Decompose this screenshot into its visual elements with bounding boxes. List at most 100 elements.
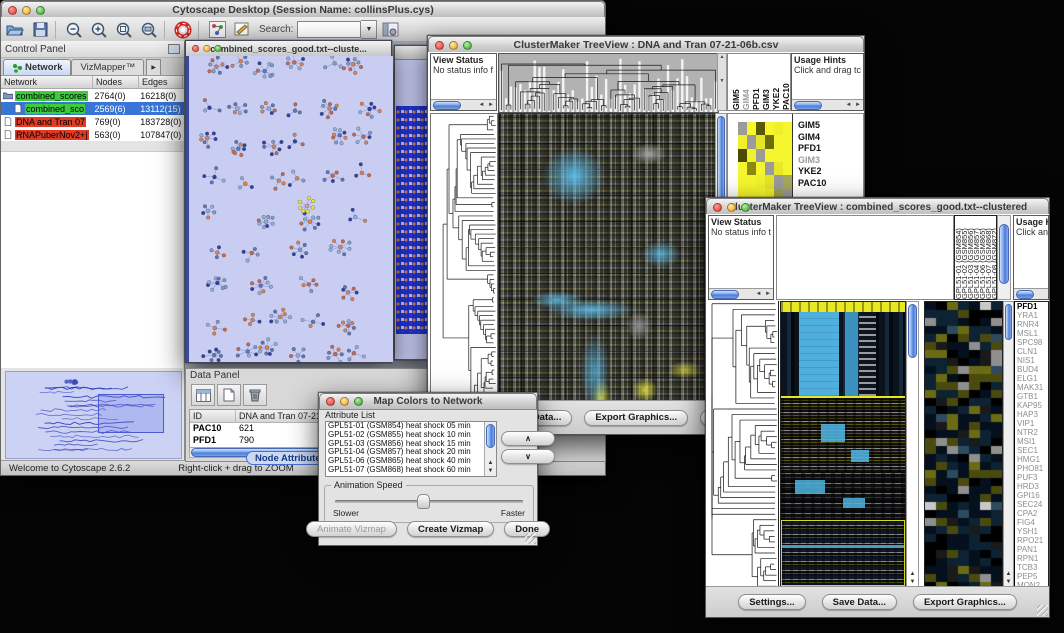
gene-label-msl1[interactable]: MSL1 — [1017, 329, 1048, 338]
attribute-list-scrollbar[interactable]: ▲▼ — [484, 422, 496, 476]
gene-label-pfd1[interactable]: PFD1 — [1017, 302, 1048, 311]
overview-viewport-rect[interactable] — [98, 394, 164, 433]
zoom-in-icon[interactable] — [88, 20, 110, 40]
attribute-list[interactable]: GPL51-01 (GSM854) heat shock 05 minGPL51… — [325, 421, 497, 477]
network-overview-panel[interactable] — [5, 371, 182, 459]
tv1-row-dendrogram[interactable] — [430, 113, 498, 405]
column-label-pfd1[interactable]: PFD1 — [751, 54, 761, 110]
zoom-window-icon[interactable] — [354, 397, 363, 406]
vizmap-editor-icon[interactable] — [231, 20, 253, 40]
animate-vizmap-button[interactable]: Animate Vizmap — [306, 521, 397, 537]
gene-label-mak31[interactable]: MAK31 — [1017, 383, 1048, 392]
export-graphics-button[interactable]: Export Graphics... — [584, 410, 688, 426]
zoom-out-icon[interactable] — [63, 20, 85, 40]
move-up-button[interactable]: ∧ — [501, 431, 555, 446]
network-view-frame[interactable]: combined_scores_good.txt--cluste... — [185, 40, 392, 363]
gene-label-yra1[interactable]: YRA1 — [1017, 311, 1048, 320]
search-input[interactable] — [297, 21, 361, 38]
gene-label-vip1[interactable]: VIP1 — [1017, 419, 1048, 428]
column-label-yke2[interactable]: YKE2 — [771, 54, 781, 110]
tv2-heatmap-scrollbar[interactable]: ▲▼ — [906, 301, 919, 589]
dialog-title-bar[interactable]: Map Colors to Network — [319, 393, 537, 410]
export-graphics-button[interactable]: Export Graphics... — [913, 594, 1017, 610]
tv2-collabel-scrollbar[interactable] — [997, 215, 1011, 300]
view-status-scrollbar[interactable]: ◄ ► — [431, 99, 496, 110]
close-icon[interactable] — [8, 6, 17, 15]
column-label-pac10[interactable]: PAC10 — [781, 54, 791, 110]
create-vizmap-button[interactable]: Create Vizmap — [407, 521, 494, 537]
new-attribute-icon[interactable] — [217, 384, 241, 406]
resize-grip[interactable] — [525, 533, 536, 544]
zoom-window-icon[interactable] — [36, 6, 45, 15]
gene-label-pep5[interactable]: PEP5 — [1017, 572, 1048, 581]
zoom-window-icon[interactable] — [214, 45, 221, 52]
frame2-title-bar[interactable] — [395, 46, 429, 60]
zoom-fit-icon[interactable] — [138, 20, 160, 40]
tv2-row-dendrogram[interactable] — [708, 301, 779, 589]
gene-label-hmg1[interactable]: HMG1 — [1017, 455, 1048, 464]
move-down-button[interactable]: ∨ — [501, 449, 555, 464]
minimize-icon[interactable] — [22, 6, 31, 15]
tv2-heatmap[interactable] — [780, 301, 906, 589]
background-network-frame[interactable] — [394, 45, 430, 360]
network-row-dna-and-tran-07[interactable]: DNA and Tran 07769(0)183728(0) — [1, 115, 184, 128]
gene-label-gtb1[interactable]: GTB1 — [1017, 392, 1048, 401]
save-data-button[interactable]: Save Data... — [822, 594, 897, 610]
column-label-gim3[interactable]: GIM3 — [761, 54, 771, 110]
gene-label-hrd3[interactable]: HRD3 — [1017, 482, 1048, 491]
gene-label-cln1[interactable]: CLN1 — [1017, 347, 1048, 356]
minimize-icon[interactable] — [449, 41, 458, 50]
gene-label-hap3[interactable]: HAP3 — [1017, 410, 1048, 419]
column-header-edges[interactable]: Edges — [139, 76, 183, 88]
network-row-rnapubernov2[interactable]: RNAPuberNov2+|563(0)107847(0) — [1, 128, 184, 141]
attribute-item-gpl51-07[interactable]: GPL51-07 (GSM868) heat shock 60 min — [326, 466, 496, 475]
help-lifebuoy-icon[interactable] — [172, 20, 194, 40]
gene-label-kap95[interactable]: KAP95 — [1017, 401, 1048, 410]
column-header-network[interactable]: Network — [1, 76, 93, 88]
panel-config-icon[interactable] — [380, 20, 402, 40]
search-dropdown-icon[interactable]: ▼ — [361, 20, 377, 39]
gene-label-pac10[interactable]: PAC10 — [798, 178, 826, 190]
view-status-scrollbar[interactable]: ◄ ► — [709, 288, 773, 299]
save-icon[interactable] — [29, 20, 51, 40]
network-row-combined-sco[interactable]: combined_sco2569(6)13112(15) — [1, 102, 184, 115]
zoom-window-icon[interactable] — [463, 41, 472, 50]
resize-grip[interactable] — [1037, 605, 1048, 616]
tv2-genelist-scrollbar[interactable]: ▲▼ — [1003, 301, 1014, 589]
minimize-icon[interactable] — [203, 45, 210, 52]
attribute-select-icon[interactable] — [191, 384, 215, 406]
gene-label-sec1[interactable]: SEC1 — [1017, 446, 1048, 455]
close-icon[interactable] — [326, 397, 335, 406]
gene-label-fig4[interactable]: FIG4 — [1017, 518, 1048, 527]
gene-label-ysh1[interactable]: YSH1 — [1017, 527, 1048, 536]
minimize-icon[interactable] — [727, 203, 736, 212]
attr-column-id[interactable]: ID — [190, 410, 236, 422]
gene-label-gim3[interactable]: GIM3 — [798, 155, 826, 167]
gene-label-pfd1[interactable]: PFD1 — [798, 143, 826, 155]
gene-label-rnr4[interactable]: RNR4 — [1017, 320, 1048, 329]
settings-button[interactable]: Settings... — [738, 594, 805, 610]
zoom-selected-icon[interactable] — [113, 20, 135, 40]
network-view-icon[interactable] — [206, 20, 228, 40]
gene-label-puf3[interactable]: PUF3 — [1017, 473, 1048, 482]
gene-label-elg1[interactable]: ELG1 — [1017, 374, 1048, 383]
gene-label-spc98[interactable]: SPC98 — [1017, 338, 1048, 347]
gene-label-pan1[interactable]: PAN1 — [1017, 545, 1048, 554]
network-frame-title-bar[interactable]: combined_scores_good.txt--cluste... — [186, 41, 391, 57]
gene-label-ntr2[interactable]: NTR2 — [1017, 428, 1048, 437]
tv1-heatmap[interactable] — [498, 113, 717, 405]
float-panel-icon[interactable] — [168, 44, 180, 54]
zoom-window-icon[interactable] — [741, 203, 750, 212]
gene-label-nis1[interactable]: NIS1 — [1017, 356, 1048, 365]
gene-label-gim4[interactable]: GIM4 — [798, 132, 826, 144]
tab-network[interactable]: Network — [3, 59, 71, 75]
gene-label-yke2[interactable]: YKE2 — [798, 166, 826, 178]
column-label-gim5[interactable]: GIM5 — [731, 54, 741, 110]
delete-attribute-icon[interactable] — [243, 384, 267, 406]
column-header-nodes[interactable]: Nodes — [93, 76, 139, 88]
gene-label-cpa2[interactable]: CPA2 — [1017, 509, 1048, 518]
gene-label-pho81[interactable]: PHO81 — [1017, 464, 1048, 473]
tv2-zoom-heatmap[interactable] — [924, 301, 1003, 591]
gene-label-rpn1[interactable]: RPN1 — [1017, 554, 1048, 563]
tab-vizmapper[interactable]: VizMapper™ — [71, 59, 144, 75]
